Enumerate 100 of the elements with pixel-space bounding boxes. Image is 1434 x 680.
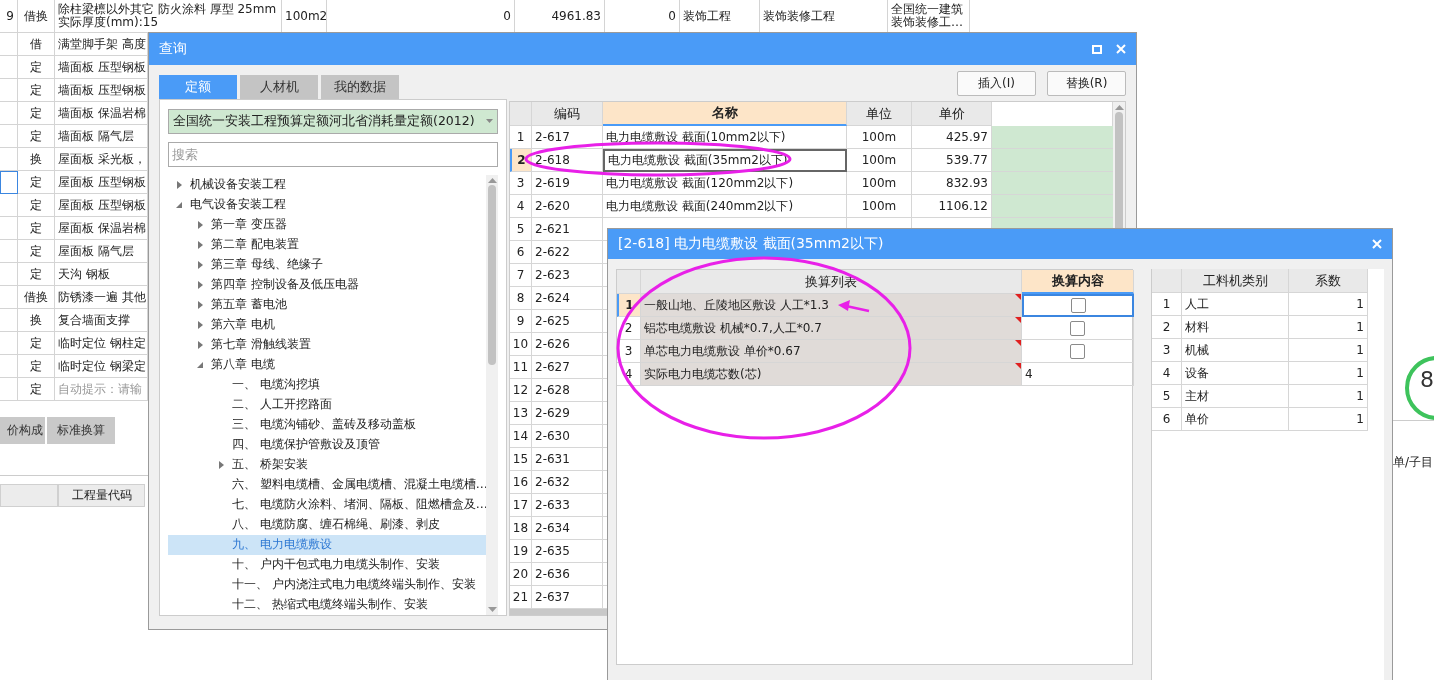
- tree-item[interactable]: 七、 电缆防火涂料、堵洞、隔板、阻燃槽盒及…: [168, 494, 486, 515]
- tree-item[interactable]: 机械设备安装工程: [168, 174, 486, 195]
- row-number[interactable]: 19: [510, 540, 532, 563]
- row-number[interactable]: 17: [510, 494, 532, 517]
- column-header[interactable]: 单位: [847, 102, 912, 126]
- caret-down-icon[interactable]: [176, 201, 182, 208]
- row-number[interactable]: 3: [510, 172, 532, 195]
- row-number[interactable]: 13: [510, 402, 532, 425]
- column-header[interactable]: 单价: [912, 102, 992, 126]
- table-cell: 定: [18, 56, 55, 79]
- tree-item[interactable]: 第四章 控制设备及低压电器: [168, 274, 486, 295]
- tree-item[interactable]: 三、 电缆沟铺砂、盖砖及移动盖板: [168, 414, 486, 435]
- tree-item[interactable]: 九、 电力电缆敷设: [168, 534, 486, 555]
- column-header[interactable]: 编码: [532, 102, 603, 126]
- tab[interactable]: 我的数据: [321, 75, 399, 99]
- caret-down-icon[interactable]: [197, 361, 203, 368]
- row-number[interactable]: 6: [510, 241, 532, 264]
- column-header[interactable]: 换算内容: [1022, 270, 1134, 294]
- table-cell: 电力电缆敷设 截面(10mm2以下): [603, 126, 847, 149]
- column-header[interactable]: 名称: [603, 102, 847, 126]
- row-number[interactable]: 8: [510, 287, 532, 310]
- row-number[interactable]: 11: [510, 356, 532, 379]
- window-title: 查询: [159, 40, 188, 58]
- checkbox[interactable]: [1070, 320, 1085, 336]
- row-number[interactable]: 16: [510, 471, 532, 494]
- tree-item[interactable]: 第五章 蓄电池: [168, 294, 486, 315]
- scroll-down-icon[interactable]: [487, 605, 497, 615]
- table-cell: 2-620: [532, 195, 603, 218]
- table-cell: 定: [18, 378, 55, 401]
- tree-item[interactable]: 十一、 户内浇注式电力电缆终端头制作、安装: [168, 574, 486, 595]
- table-cell: 电力电缆敷设 截面(240mm2以下): [603, 195, 847, 218]
- tree-item[interactable]: 二、 人工开挖路面: [168, 394, 486, 415]
- table-cell: 2-630: [532, 425, 603, 448]
- caret-right-icon[interactable]: [197, 220, 203, 229]
- table-cell: 1: [1289, 408, 1368, 431]
- tab[interactable]: 人材机: [240, 75, 318, 99]
- caret-right-icon[interactable]: [218, 460, 224, 469]
- close-icon[interactable]: [1116, 44, 1126, 54]
- tree-item[interactable]: 第二章 配电装置: [168, 234, 486, 255]
- table-cell: 主材: [1182, 385, 1289, 408]
- dropdown-arrow-icon[interactable]: [486, 119, 493, 124]
- row-number[interactable]: 4: [510, 195, 532, 218]
- library-dropdown[interactable]: 全国统一安装工程预算定额河北省消耗量定额(2012): [168, 109, 498, 134]
- checkbox[interactable]: [1070, 298, 1086, 313]
- tree-item[interactable]: 第八章 电缆: [168, 354, 486, 375]
- tree-item[interactable]: 第六章 电机: [168, 314, 486, 335]
- table-cell: 2-633: [532, 494, 603, 517]
- caret-right-icon[interactable]: [197, 320, 203, 329]
- table-cell: 1: [1289, 362, 1368, 385]
- row-number: 1: [1152, 293, 1182, 316]
- tree-item[interactable]: 一、 电缆沟挖填: [168, 374, 486, 395]
- table-cell: 2-627: [532, 356, 603, 379]
- tab[interactable]: 标准换算: [47, 417, 115, 444]
- caret-right-icon[interactable]: [197, 240, 203, 249]
- row-number[interactable]: 7: [510, 264, 532, 287]
- row-number[interactable]: 15: [510, 448, 532, 471]
- caret-right-icon[interactable]: [197, 300, 203, 309]
- row-number[interactable]: 21: [510, 586, 532, 609]
- tree-item[interactable]: 六、 塑料电缆槽、金属电缆槽、混凝土电缆槽…: [168, 474, 486, 495]
- replace-button[interactable]: 替换(R): [1047, 71, 1126, 96]
- insert-button[interactable]: 插入(I): [957, 71, 1036, 96]
- row-number[interactable]: 1: [510, 126, 532, 149]
- caret-right-icon[interactable]: [197, 340, 203, 349]
- table-cell: 2-634: [532, 517, 603, 540]
- row-number[interactable]: 20: [510, 563, 532, 586]
- column-header[interactable]: 换算列表: [641, 270, 1022, 294]
- table-cell: 2-618: [532, 149, 603, 172]
- row-number[interactable]: 9: [510, 310, 532, 333]
- row-number[interactable]: 12: [510, 379, 532, 402]
- row-number[interactable]: 18: [510, 517, 532, 540]
- tab[interactable]: 价构成: [0, 417, 45, 444]
- tree-item[interactable]: 第七章 滑触线装置: [168, 334, 486, 355]
- row-number[interactable]: 2: [510, 149, 532, 172]
- row-number[interactable]: 5: [510, 218, 532, 241]
- tree-item[interactable]: 八、 电缆防腐、缠石棉绳、刷漆、剥皮: [168, 514, 486, 535]
- caret-right-icon[interactable]: [197, 280, 203, 289]
- tree-item[interactable]: 四、 电缆保护管敷设及顶管: [168, 434, 486, 455]
- caret-right-icon[interactable]: [197, 260, 203, 269]
- checkbox[interactable]: [1070, 343, 1085, 359]
- search-field[interactable]: 搜索: [168, 141, 498, 167]
- column-header: [0, 484, 58, 507]
- row-number[interactable]: 14: [510, 425, 532, 448]
- tree-item[interactable]: 电气设备安装工程: [168, 194, 486, 215]
- caret-right-icon[interactable]: [176, 180, 182, 189]
- scrollbar[interactable]: [486, 174, 498, 615]
- tree-item[interactable]: 第三章 母线、绝缘子: [168, 254, 486, 275]
- close-icon[interactable]: [1372, 239, 1382, 249]
- input-field[interactable]: 4: [1022, 363, 1134, 386]
- table-cell: 定: [18, 263, 55, 286]
- table-cell: 定: [18, 355, 55, 378]
- tree-item[interactable]: 五、 桥架安装: [168, 454, 486, 475]
- tree-item[interactable]: 第一章 变压器: [168, 214, 486, 235]
- tree-item[interactable]: 十二、 热缩式电缆终端头制作、安装: [168, 594, 486, 615]
- tree-item[interactable]: 十、 户内干包式电力电缆头制作、安装: [168, 554, 486, 575]
- table-cell: 2-628: [532, 379, 603, 402]
- table-cell: 一般山地、丘陵地区敷设 人工*1.3: [641, 294, 1022, 317]
- row-number[interactable]: 10: [510, 333, 532, 356]
- maximize-icon[interactable]: [1092, 44, 1102, 54]
- table-cell: 100m: [847, 126, 912, 149]
- row-header[interactable]: [0, 171, 18, 194]
